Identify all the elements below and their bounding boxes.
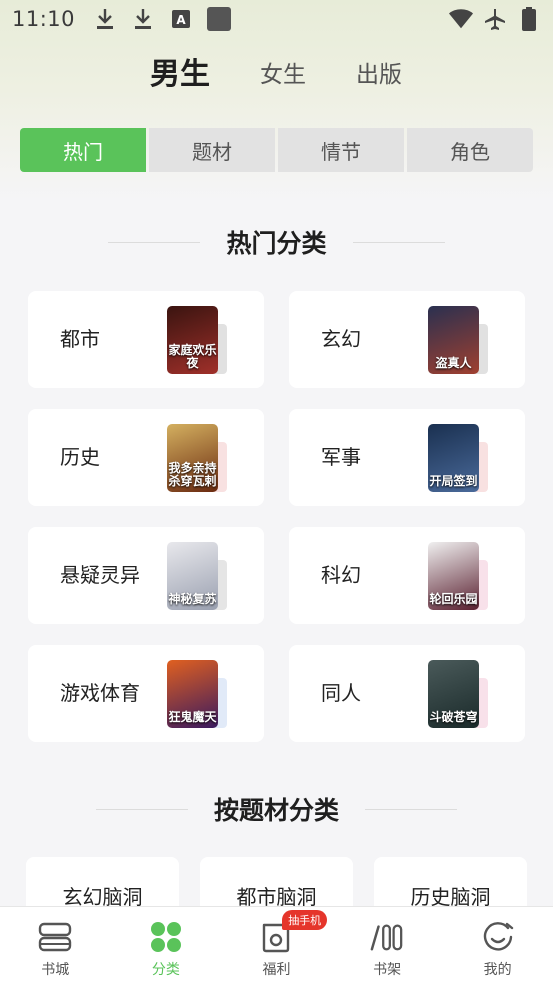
- book-cover-image: 狂鬼魔天: [167, 660, 218, 728]
- airplane-icon: [483, 7, 507, 31]
- nav-label: 书城: [41, 962, 70, 978]
- nav-bookshelf[interactable]: 书架: [332, 907, 443, 983]
- divider: [352, 241, 445, 243]
- category-card[interactable]: 玄幻盗真人: [289, 291, 525, 388]
- category-card[interactable]: 都市家庭欢乐夜: [28, 291, 264, 388]
- category-name: 同人: [321, 681, 361, 705]
- divider: [95, 808, 188, 810]
- book-cover-stack: 开局签到: [428, 424, 488, 492]
- book-cover-image: 斗破苍穹: [428, 660, 479, 728]
- book-cover-stack: 盗真人: [428, 306, 488, 374]
- cover-title: 斗破苍穹: [429, 710, 478, 724]
- divider: [365, 808, 457, 810]
- category-name: 都市: [60, 327, 100, 351]
- tab-male[interactable]: 男生: [150, 52, 210, 98]
- category-card[interactable]: 游戏体育狂鬼魔天: [28, 645, 264, 742]
- category-card[interactable]: 军事开局签到: [289, 409, 525, 506]
- bottom-navigation: 书城 分类 抽手机 福利 书架 我的: [0, 906, 553, 983]
- nav-category[interactable]: 分类: [111, 907, 222, 983]
- category-name: 玄幻: [321, 327, 361, 351]
- font-app-icon: A: [169, 7, 193, 31]
- status-bar: 11:10 A: [0, 0, 553, 38]
- category-name: 悬疑灵异: [60, 563, 140, 587]
- segment-role[interactable]: 角色: [407, 128, 533, 172]
- bookshelf-icon: [370, 920, 404, 954]
- category-name: 军事: [321, 445, 361, 469]
- category-name: 历史: [60, 445, 100, 469]
- category-segment-control: 热门 题材 情节 角色: [20, 128, 533, 172]
- segment-plot[interactable]: 情节: [278, 128, 404, 172]
- tab-female[interactable]: 女生: [260, 52, 306, 98]
- nav-label: 我的: [483, 962, 512, 978]
- nav-label: 书架: [373, 962, 402, 978]
- divider: [108, 241, 201, 243]
- cover-title: 神秘复苏: [168, 592, 217, 606]
- category-card[interactable]: 同人斗破苍穹: [289, 645, 525, 742]
- nav-welfare[interactable]: 抽手机 福利: [221, 907, 332, 983]
- category-name: 游戏体育: [60, 681, 140, 705]
- category-card[interactable]: 悬疑灵异神秘复苏: [28, 527, 264, 624]
- theme-section-header: 按题材分类: [0, 791, 553, 827]
- theme-section-title: 按题材分类: [213, 796, 339, 825]
- category-name: 科幻: [321, 563, 361, 587]
- hot-section-title: 热门分类: [226, 229, 327, 258]
- segment-hot[interactable]: 热门: [20, 128, 146, 172]
- category-icon: [149, 920, 183, 954]
- svg-text:A: A: [176, 13, 186, 27]
- cover-title: 开局签到: [429, 474, 478, 488]
- tab-publication[interactable]: 出版: [356, 52, 402, 98]
- status-time: 11:10: [12, 7, 76, 31]
- cover-title: 狂鬼魔天: [168, 710, 217, 724]
- book-cover-image: 轮回乐园: [428, 542, 479, 610]
- cover-title: 盗真人: [435, 356, 472, 370]
- book-cover-image: 开局签到: [428, 424, 479, 492]
- app-square-icon: [207, 7, 232, 31]
- nav-label: 分类: [151, 962, 180, 978]
- cover-title: 家庭欢乐夜: [168, 343, 217, 370]
- nav-label: 福利: [262, 962, 291, 978]
- book-cover-stack: 神秘复苏: [167, 542, 227, 610]
- category-card[interactable]: 科幻轮回乐园: [289, 527, 525, 624]
- category-card[interactable]: 历史我多亲持杀穿瓦剌: [28, 409, 264, 506]
- battery-icon: [517, 7, 541, 31]
- book-cover-stack: 狂鬼魔天: [167, 660, 227, 728]
- book-cover-image: 神秘复苏: [167, 542, 218, 610]
- download-icon: [93, 7, 117, 31]
- book-cover-stack: 家庭欢乐夜: [167, 306, 227, 374]
- cover-title: 轮回乐园: [429, 592, 478, 606]
- download-icon: [131, 7, 155, 31]
- book-cover-image: 盗真人: [428, 306, 479, 374]
- book-cover-stack: 斗破苍穹: [428, 660, 488, 728]
- bookstore-icon: [38, 920, 72, 954]
- nav-bookstore[interactable]: 书城: [0, 907, 111, 983]
- wifi-icon: [449, 7, 473, 31]
- book-cover-image: 我多亲持杀穿瓦剌: [167, 424, 218, 492]
- book-cover-stack: 轮回乐园: [428, 542, 488, 610]
- book-cover-stack: 我多亲持杀穿瓦剌: [167, 424, 227, 492]
- gender-tabs: 男生 女生 出版: [0, 52, 553, 98]
- nav-profile[interactable]: 我的: [442, 907, 553, 983]
- segment-theme[interactable]: 题材: [149, 128, 275, 172]
- welfare-badge: 抽手机: [282, 910, 328, 930]
- profile-icon: [481, 920, 515, 954]
- hot-section-header: 热门分类: [0, 224, 553, 260]
- cover-title: 我多亲持杀穿瓦剌: [168, 461, 217, 488]
- book-cover-image: 家庭欢乐夜: [167, 306, 218, 374]
